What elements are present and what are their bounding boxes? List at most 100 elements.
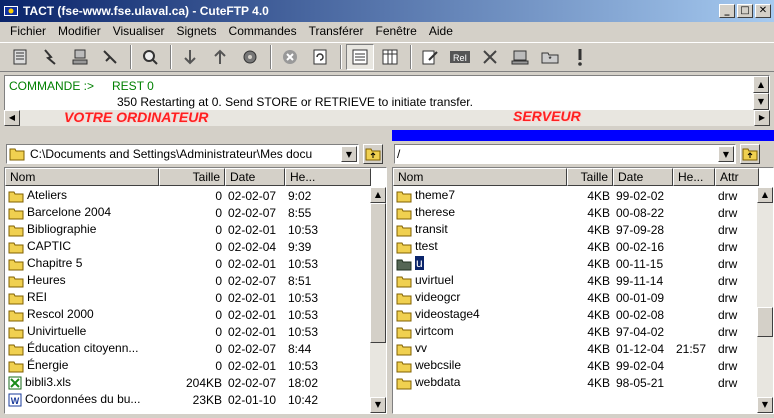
queue-button[interactable]	[236, 44, 264, 70]
scroll-up-arrow[interactable]: ▲	[370, 187, 386, 203]
disconnect-button[interactable]	[96, 44, 124, 70]
download-button[interactable]	[176, 44, 204, 70]
menu-commandes[interactable]: Commandes	[223, 24, 303, 38]
table-row[interactable]: Rescol 2000 0 02-02-01 10:53	[5, 306, 371, 323]
quick-connect-button[interactable]	[36, 44, 64, 70]
delete-button[interactable]	[476, 44, 504, 70]
table-row[interactable]: CAPTIC 0 02-02-04 9:39	[5, 238, 371, 255]
remote-up-folder-button[interactable]	[740, 144, 760, 164]
table-row[interactable]: Éducation citoyenn... 0 02-02-07 8:44	[5, 340, 371, 357]
scroll-down-arrow[interactable]: ▼	[757, 397, 773, 413]
table-row[interactable]: videogcr 4KB 00-01-09 drw	[393, 289, 759, 306]
table-row[interactable]: webcsile 4KB 99-02-04 drw	[393, 357, 759, 374]
menu-fenetre[interactable]: Fenêtre	[369, 24, 422, 38]
file-date-cell: 02-02-01	[228, 256, 277, 271]
log-scrollbar[interactable]: ▲ ▼	[753, 76, 769, 110]
chevron-down-icon[interactable]: ▼	[341, 146, 357, 162]
col-nom[interactable]: Nom	[393, 168, 567, 186]
file-size-cell: 4KB	[587, 188, 610, 203]
scroll-up-arrow[interactable]: ▲	[757, 187, 773, 203]
file-name-cell: Bibliographie	[5, 222, 159, 236]
table-row[interactable]: W Coordonnées du bu... 23KB 02-01-10 10:42	[5, 391, 371, 408]
remote-pane: / ▼ Nom Taille Date He... Attr theme7 4KB…	[392, 130, 774, 418]
table-row[interactable]: videostage4 4KB 00-02-08 drw	[393, 306, 759, 323]
file-size-cell: 4KB	[587, 239, 610, 254]
table-row[interactable]: Ateliers 0 02-02-07 9:02	[5, 187, 371, 204]
file-time-cell: 10:42	[288, 392, 319, 407]
site-manager-button[interactable]	[6, 44, 34, 70]
rename-button[interactable]: ReI	[446, 44, 474, 70]
chevron-down-icon[interactable]: ▼	[718, 146, 734, 162]
folder-icon	[8, 276, 24, 288]
connect-button[interactable]	[66, 44, 94, 70]
local-file-list[interactable]: Nom Taille Date He... Ateliers 0 02-02-07 9…	[4, 167, 387, 414]
list-view-button[interactable]	[346, 44, 374, 70]
table-row[interactable]: therese 4KB 00-08-22 drw	[393, 204, 759, 221]
table-row[interactable]: uvirtuel 4KB 99-11-14 drw	[393, 272, 759, 289]
table-row[interactable]: webdata 4KB 98-05-21 drw	[393, 374, 759, 391]
col-taille[interactable]: Taille	[159, 168, 225, 186]
upload-button[interactable]	[206, 44, 234, 70]
remote-path-combo[interactable]: / ▼	[394, 144, 736, 164]
menu-visualiser[interactable]: Visualiser	[107, 24, 171, 38]
menu-signets[interactable]: Signets	[171, 24, 223, 38]
table-row[interactable]: REI 0 02-02-01 10:53	[5, 289, 371, 306]
edit-button[interactable]	[416, 44, 444, 70]
table-row[interactable]: Chapitre 5 0 02-02-01 10:53	[5, 255, 371, 272]
col-heure[interactable]: He...	[285, 168, 371, 186]
menu-modifier[interactable]: Modifier	[52, 24, 107, 38]
table-row[interactable]: bibli3.xls 204KB 02-02-07 18:02	[5, 374, 371, 391]
scroll-down-arrow[interactable]: ▼	[370, 397, 386, 413]
remote-vscrollbar[interactable]: ▲ ▼	[757, 187, 773, 413]
scroll-right-arrow[interactable]: ▶	[754, 110, 770, 126]
scroll-left-arrow[interactable]: ◀	[4, 110, 20, 126]
remote-file-list[interactable]: Nom Taille Date He... Attr theme7 4KB 99-0…	[392, 167, 774, 414]
stop-button[interactable]	[276, 44, 304, 70]
menu-transferer[interactable]: Transférer	[303, 24, 370, 38]
file-date-cell: 02-02-01	[228, 307, 277, 322]
col-attr[interactable]: Attr	[715, 168, 759, 186]
close-button[interactable]: ✕	[755, 4, 771, 18]
minimize-button[interactable]: _	[719, 4, 735, 18]
table-row[interactable]: ttest 4KB 00-02-16 drw	[393, 238, 759, 255]
scroll-up-arrow[interactable]: ▲	[753, 76, 769, 93]
title-bar[interactable]: TACT (fse-www.fse.ulaval.ca) - CuteFTP 4…	[0, 0, 774, 22]
menu-fichier[interactable]: Fichier	[4, 24, 52, 38]
table-row[interactable]: Bibliographie 0 02-02-01 10:53	[5, 221, 371, 238]
help-button[interactable]	[566, 44, 594, 70]
scroll-thumb[interactable]	[370, 203, 386, 343]
file-name-cell: bibli3.xls	[5, 375, 159, 390]
col-taille[interactable]: Taille	[567, 168, 613, 186]
new-folder-button[interactable]: *	[536, 44, 564, 70]
scroll-thumb[interactable]	[757, 307, 773, 337]
svg-text:ReI: ReI	[453, 53, 467, 63]
col-heure[interactable]: He...	[673, 168, 715, 186]
file-name-cell: therese	[393, 205, 567, 219]
maximize-button[interactable]: □	[737, 4, 753, 18]
file-time-cell: 10:53	[288, 358, 319, 373]
col-date[interactable]: Date	[225, 168, 285, 186]
chmod-button[interactable]	[506, 44, 534, 70]
scroll-down-arrow[interactable]: ▼	[753, 93, 769, 110]
refresh-button[interactable]	[306, 44, 334, 70]
menu-aide[interactable]: Aide	[423, 24, 459, 38]
table-row[interactable]: vv 4KB 01-12-04 21:57 drw	[393, 340, 759, 357]
file-time-cell: 8:55	[288, 205, 312, 220]
col-nom[interactable]: Nom	[5, 168, 159, 186]
table-row[interactable]: Heures 0 02-02-07 8:51	[5, 272, 371, 289]
local-up-folder-button[interactable]	[363, 144, 383, 164]
local-vscrollbar[interactable]: ▲ ▼	[370, 187, 386, 413]
col-date[interactable]: Date	[613, 168, 673, 186]
table-row[interactable]: Barcelone 2004 0 02-02-07 8:55	[5, 204, 371, 221]
table-row[interactable]: virtcom 4KB 97-04-02 drw	[393, 323, 759, 340]
file-time-cell: 9:02	[288, 188, 312, 203]
table-row[interactable]: theme7 4KB 99-02-02 drw	[393, 187, 759, 204]
detail-view-button[interactable]	[376, 44, 404, 70]
table-row[interactable]: transit 4KB 97-09-28 drw	[393, 221, 759, 238]
local-path-combo[interactable]: C:\Documents and Settings\Administrateur…	[6, 144, 359, 164]
table-row[interactable]: Énergie 0 02-02-01 10:53	[5, 357, 371, 374]
file-name: Énergie	[27, 358, 69, 373]
table-row[interactable]: u 4KB 00-11-15 drw	[393, 255, 759, 272]
table-row[interactable]: Univirtuelle 0 02-02-01 10:53	[5, 323, 371, 340]
search-button[interactable]	[136, 44, 164, 70]
